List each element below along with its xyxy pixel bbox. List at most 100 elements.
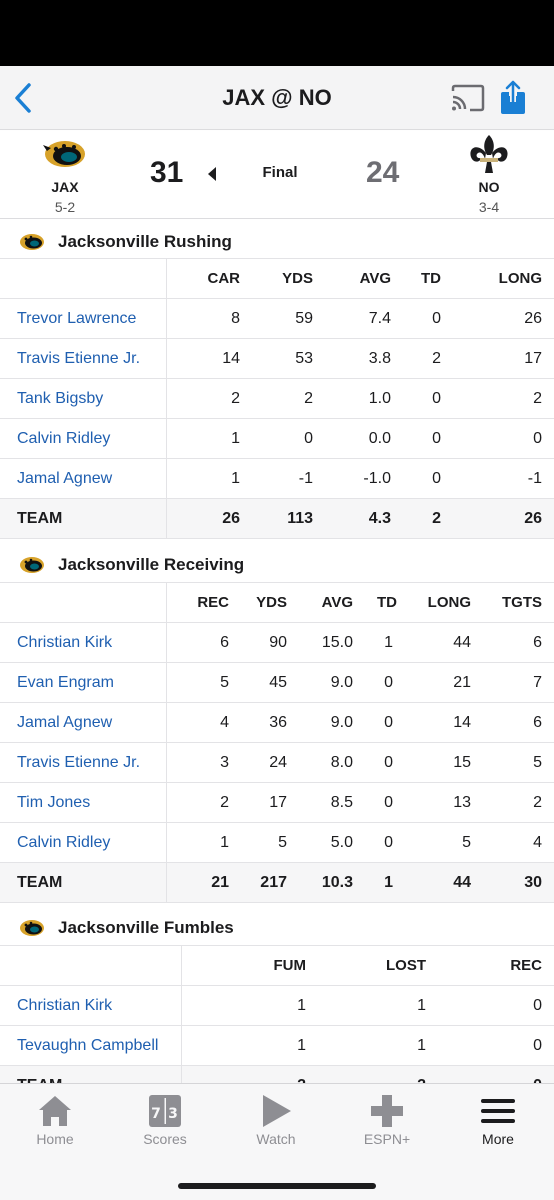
team-total-row: TEAM 26 113 4.3 2 26 [0,498,554,539]
stat-cell: 7 [483,662,554,703]
table-row: Jamal Agnew 1 -1 -1.0 0 -1 [0,458,554,499]
away-score: 31 [150,156,184,189]
cast-button[interactable] [450,84,486,112]
stat-cell: 1 [166,822,241,863]
away-team-record: 5-2 [54,199,76,215]
stat-cell: 4.3 [325,498,403,539]
column-header[interactable]: FUM [181,945,318,986]
stat-cell: 14 [166,338,252,379]
stat-cell: 5 [166,662,241,703]
stat-cell: 17 [241,782,299,823]
column-header[interactable]: LONG [405,582,483,623]
player-link[interactable]: Calvin Ridley [0,822,167,863]
stat-cell: 0 [365,662,405,703]
tab-label: Watch [256,1131,296,1147]
stat-cell: 1 [318,1025,438,1066]
jaguars-logo-icon [20,557,44,573]
section-title: Jacksonville Fumbles [58,918,234,937]
tab-watch[interactable]: Watch [221,1084,331,1164]
stat-cell: 9.0 [299,662,365,703]
column-header[interactable]: YDS [252,258,325,299]
column-header[interactable]: TGTS [483,582,554,623]
stat-cell: 0 [403,458,453,499]
tab-label: ESPN+ [363,1131,411,1147]
tab-label: Scores [143,1131,187,1147]
tab-label: Home [36,1131,74,1147]
player-link[interactable]: Trevor Lawrence [0,298,167,339]
column-header[interactable]: TD [403,258,453,299]
stat-cell: 5 [241,822,299,863]
column-header-player [0,582,167,623]
stat-cell: 1 [166,418,252,459]
table-row: Jamal Agnew 4 36 9.0 0 14 6 [0,702,554,743]
more-icon [481,1099,515,1123]
team-label: TEAM [0,862,167,903]
column-header[interactable]: CAR [166,258,252,299]
jaguars-logo-icon [20,234,44,250]
stat-cell: 2 [403,498,453,539]
jaguars-logo-icon [43,141,85,167]
stat-cell: 26 [166,498,252,539]
tab-more[interactable]: More [443,1084,553,1164]
stat-cell: 5 [405,822,483,863]
column-header[interactable]: REC [438,945,554,986]
stat-cell: 0 [403,418,453,459]
player-link[interactable]: Calvin Ridley [0,418,167,459]
table-header-row: FUM LOST REC [0,945,554,986]
stat-cell: 1 [166,458,252,499]
player-link[interactable]: Jamal Agnew [0,458,167,499]
stat-cell: 0 [403,298,453,339]
tab-home[interactable]: Home [0,1084,110,1164]
fumbles-section-header: Jacksonville Fumbles [0,905,554,949]
player-link[interactable]: Jamal Agnew [0,702,167,743]
stat-cell: -1 [453,458,554,499]
column-header[interactable]: AVG [299,582,365,623]
player-link[interactable]: Tank Bigsby [0,378,167,419]
table-row: Christian Kirk 6 90 15.0 1 44 6 [0,622,554,663]
home-score: 24 [366,156,400,189]
column-header[interactable]: YDS [241,582,299,623]
stat-cell: 15.0 [299,622,365,663]
player-link[interactable]: Tim Jones [0,782,167,823]
stat-cell: 217 [241,862,299,903]
watch-icon [263,1095,291,1127]
stat-cell: 0 [453,418,554,459]
share-button[interactable] [498,80,528,116]
tab-label: More [482,1131,514,1147]
column-header[interactable]: LOST [318,945,438,986]
stat-cell: 1 [365,862,405,903]
stat-cell: 3.8 [325,338,403,379]
winner-indicator-icon [208,167,216,181]
game-status: Final [262,164,298,181]
tab-espn-plus[interactable]: ESPN+ [332,1084,442,1164]
player-link[interactable]: Christian Kirk [0,985,182,1026]
stat-cell: 0 [365,822,405,863]
column-header-player [0,258,167,299]
stat-cell: 1.0 [325,378,403,419]
stat-cell: 13 [405,782,483,823]
stat-cell: 6 [483,702,554,743]
stat-cell: 45 [241,662,299,703]
player-link[interactable]: Travis Etienne Jr. [0,338,167,379]
column-header[interactable]: AVG [325,258,403,299]
player-link[interactable]: Travis Etienne Jr. [0,742,167,783]
column-header[interactable]: TD [365,582,405,623]
fumbles-table: FUM LOST REC Christian Kirk 1 1 0 Tevaug… [0,945,554,1106]
team-label: TEAM [0,498,167,539]
status-bar [0,0,554,66]
team-total-row: TEAM 21 217 10.3 1 44 30 [0,862,554,903]
tab-scores[interactable]: 7 3 Scores [110,1084,220,1164]
navigation-bar: JAX @ NO [0,66,554,130]
stat-cell: 10.3 [299,862,365,903]
player-link[interactable]: Tevaughn Campbell [0,1025,182,1066]
column-header[interactable]: LONG [453,258,554,299]
table-row: Tim Jones 2 17 8.5 0 13 2 [0,782,554,823]
player-link[interactable]: Christian Kirk [0,622,167,663]
column-header[interactable]: REC [166,582,241,623]
player-link[interactable]: Evan Engram [0,662,167,703]
stat-cell: 6 [483,622,554,663]
stat-cell: 17 [453,338,554,379]
home-indicator[interactable] [178,1183,376,1189]
table-row: Tank Bigsby 2 2 1.0 0 2 [0,378,554,419]
stat-cell: 1 [365,622,405,663]
